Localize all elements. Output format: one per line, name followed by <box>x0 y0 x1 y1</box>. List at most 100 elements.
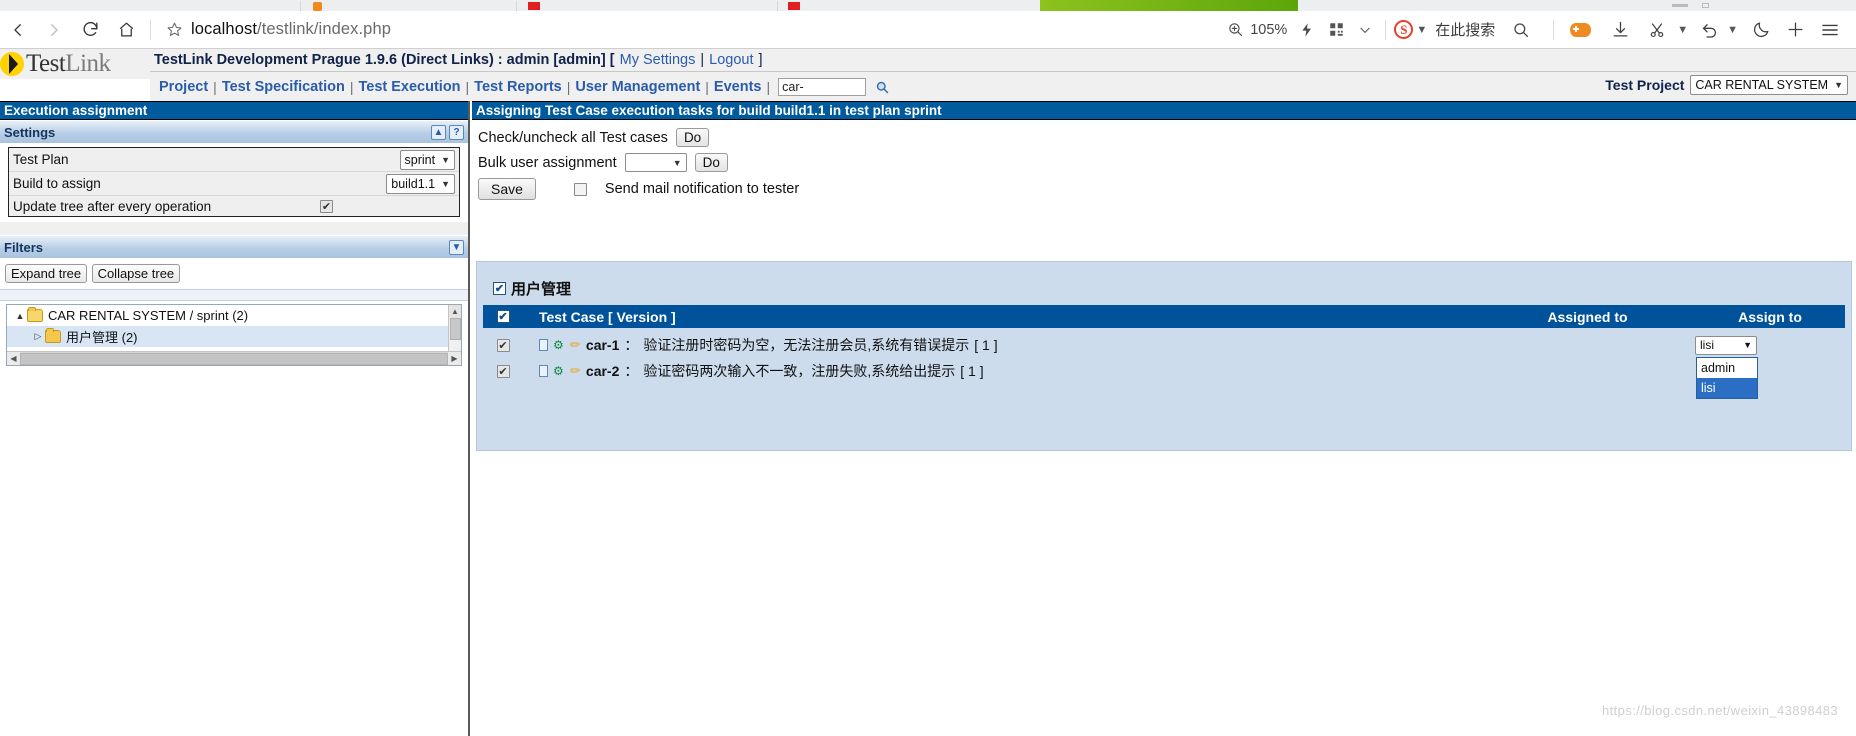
address-bar[interactable]: localhost/testlink/index.php <box>161 17 391 43</box>
document-icon[interactable] <box>539 339 548 351</box>
dropdown-option-admin[interactable]: admin <box>1697 358 1757 378</box>
tab-sliver-active-green[interactable] <box>1040 0 1298 11</box>
expand-down-icon[interactable]: ▼ <box>449 239 464 255</box>
download-icon[interactable] <box>1600 13 1640 47</box>
undo-caret-icon[interactable]: ▼ <box>1727 24 1738 36</box>
testlink-logo[interactable]: Test Link <box>0 48 150 80</box>
pencil-icon[interactable]: ✏ <box>569 363 581 380</box>
menu-item-project[interactable]: Project <box>154 79 213 95</box>
testlink-menubar: Project | Test Specification | Test Exec… <box>150 73 1856 101</box>
browser-tab-strip[interactable] <box>0 0 1856 11</box>
expand-tree-button[interactable]: Expand tree <box>5 264 88 283</box>
gamepad-icon[interactable] <box>1560 13 1600 47</box>
row-assign-to-cell[interactable]: lisi ▼ admin lisi <box>1695 335 1845 399</box>
moon-icon[interactable] <box>1744 13 1778 47</box>
chevron-down-icon: ▼ <box>1743 340 1752 350</box>
bookmark-star-icon[interactable] <box>161 17 187 43</box>
scroll-left-arrow-icon[interactable]: ◀ <box>7 352 20 365</box>
menu-item-events[interactable]: Events <box>709 79 767 95</box>
menu-item-test-reports[interactable]: Test Reports <box>469 79 567 95</box>
dropdown-option-lisi[interactable]: lisi <box>1697 377 1757 398</box>
bulk-assignment-row: Bulk user assignment ▼ Do <box>478 153 1856 172</box>
sogou-search-box[interactable]: S ▼ 在此搜索 <box>1394 19 1495 40</box>
menu-item-test-specification[interactable]: Test Specification <box>217 79 350 95</box>
tab-sliver-2[interactable] <box>301 0 516 11</box>
undo-icon[interactable] <box>1694 13 1724 47</box>
filters-strip <box>0 290 468 301</box>
build-to-assign-label: Build to assign <box>13 176 101 191</box>
gear-icon[interactable]: ⚙ <box>553 365 565 377</box>
row-checkbox[interactable]: ✔ <box>496 364 510 378</box>
chevron-down-icon[interactable] <box>1351 13 1379 47</box>
tree-collapse-arrow-icon[interactable]: ▷ <box>31 331 45 342</box>
send-mail-checkbox[interactable] <box>573 182 587 196</box>
row-checkbox-cell[interactable]: ✔ <box>483 338 523 352</box>
home-icon <box>119 22 133 37</box>
row-test-case-name: 验证密码两次输入不一致，注册失败,系统给出提示 <box>643 363 956 379</box>
search-button[interactable] <box>872 77 892 97</box>
my-settings-link[interactable]: My Settings <box>620 52 696 68</box>
home-button[interactable] <box>108 13 144 47</box>
tree-horizontal-scroll-thumb[interactable] <box>20 352 448 365</box>
check-all-do-button[interactable]: Do <box>675 128 710 147</box>
lightning-icon[interactable] <box>1293 13 1321 47</box>
bulk-user-select[interactable]: ▼ <box>624 153 687 172</box>
select-all-checkbox[interactable]: ✔ <box>496 310 510 323</box>
menu-item-test-execution[interactable]: Test Execution <box>353 79 465 95</box>
tree-node-root[interactable]: ▲ CAR RENTAL SYSTEM / sprint (2) <box>7 305 461 326</box>
zoom-indicator[interactable]: 105% <box>1227 21 1287 38</box>
group-checkbox[interactable]: ✔ <box>493 282 506 295</box>
scroll-up-arrow-icon[interactable]: ▲ <box>449 305 461 318</box>
test-project-select[interactable]: CAR RENTAL SYSTEM ▼ <box>1690 75 1848 95</box>
hamburger-menu-icon[interactable] <box>1812 13 1848 47</box>
document-icon[interactable] <box>539 365 548 377</box>
url-text[interactable]: localhost/testlink/index.php <box>191 20 391 39</box>
tree-expand-arrow-icon[interactable]: ▲ <box>13 311 27 321</box>
assign-to-dropdown-list[interactable]: admin lisi <box>1696 356 1758 399</box>
chevron-down-icon: ▼ <box>441 154 450 165</box>
tab-sliver-3[interactable] <box>517 0 777 11</box>
test-case-group-header[interactable]: ✔ 用户管理 <box>477 262 1851 305</box>
pencil-icon[interactable]: ✏ <box>569 337 581 354</box>
qrcode-icon[interactable] <box>1321 13 1351 47</box>
chevron-down-icon: ▼ <box>672 157 682 168</box>
forward-button[interactable] <box>36 13 72 47</box>
back-button[interactable] <box>0 13 36 47</box>
scroll-right-arrow-icon[interactable]: ▶ <box>448 352 461 365</box>
logout-link[interactable]: Logout <box>709 52 753 68</box>
row-test-case-version: [ 1 ] <box>974 337 998 353</box>
plus-icon[interactable] <box>1778 13 1812 47</box>
tab-sliver-1[interactable] <box>0 0 300 11</box>
search-engine-caret-icon[interactable]: ▼ <box>1416 24 1427 36</box>
tab-sliver-4[interactable] <box>778 0 1040 11</box>
tab-sliver-5[interactable] <box>1298 0 1856 11</box>
menu-item-user-management[interactable]: User Management <box>570 79 705 95</box>
row-checkbox-cell[interactable]: ✔ <box>483 364 523 378</box>
update-tree-checkbox-wrap[interactable]: ✔ <box>320 197 333 215</box>
gear-icon[interactable]: ⚙ <box>553 339 565 351</box>
scissors-caret-icon[interactable]: ▼ <box>1677 24 1688 36</box>
collapse-up-icon[interactable]: ▲ <box>431 124 446 140</box>
search-input[interactable] <box>778 78 867 96</box>
save-button[interactable]: Save <box>478 178 536 200</box>
tree-vertical-scroll-thumb[interactable] <box>450 318 461 340</box>
collapse-tree-button[interactable]: Collapse tree <box>91 264 181 283</box>
row-checkbox[interactable]: ✔ <box>496 338 510 352</box>
bulk-do-button[interactable]: Do <box>694 153 728 172</box>
reload-button[interactable] <box>72 13 108 47</box>
tree-node-child[interactable]: ▷ 用户管理 (2) <box>7 326 461 347</box>
test-plan-select[interactable]: sprint ▼ <box>399 149 455 170</box>
update-tree-checkbox[interactable]: ✔ <box>320 200 333 213</box>
scissors-icon[interactable] <box>1640 13 1674 47</box>
build-to-assign-select[interactable]: build1.1 ▼ <box>386 173 455 194</box>
zoom-in-icon <box>1229 23 1243 37</box>
search-submit-icon[interactable] <box>1495 13 1547 47</box>
header-checkbox-cell[interactable]: ✔ <box>483 310 523 323</box>
build-select-wrap[interactable]: build1.1 ▼ <box>386 173 455 194</box>
tree-node-root-label: CAR RENTAL SYSTEM / sprint (2) <box>48 308 249 323</box>
help-question-icon[interactable]: ? <box>449 124 464 140</box>
tree-horizontal-scrollbar[interactable]: ◀ ▶ <box>7 351 461 365</box>
assign-to-select[interactable]: lisi ▼ admin lisi <box>1695 335 1758 399</box>
test-project-selector[interactable]: Test Project CAR RENTAL SYSTEM ▼ <box>1605 75 1848 95</box>
test-plan-select-wrap[interactable]: sprint ▼ <box>399 149 455 170</box>
